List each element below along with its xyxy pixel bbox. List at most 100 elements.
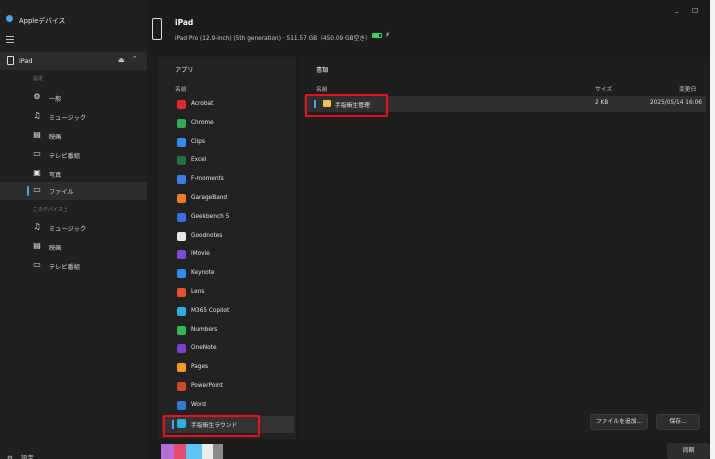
app-row[interactable]: Numbers [162,323,294,340]
battery-icon [372,33,382,38]
chevron-up-icon[interactable]: ⌃ [132,55,138,63]
app-name: Clips [191,138,205,145]
sidebar-device-item-music[interactable]: ♫ ミュージック [0,219,147,237]
app-icon [177,400,186,410]
eject-icon[interactable]: ⏏ [118,56,125,64]
apps-panel-title: アプリ [175,67,194,74]
sidebar-device-label: iPad [19,57,33,65]
device-name: iPad [175,18,194,27]
app-name: Keynote [191,270,215,277]
documents-panel-title: 書類 [316,67,329,74]
app-row[interactable]: GarageBand [162,191,294,208]
app-name: iMovie [191,251,210,258]
sidebar-item-tv-shows[interactable]: ▭ テレビ番組 [0,146,147,164]
app-row[interactable]: Word [162,398,294,415]
app-icon [177,137,186,147]
folder-icon: ▭ [33,185,41,194]
sidebar-item-photos[interactable]: ▣ 写真 [0,165,147,183]
sidebar-item-label: テレビ番組 [49,153,80,160]
app-row[interactable]: Lens [162,285,294,302]
selection-indicator [27,186,29,196]
app-row[interactable]: Goodnotes [162,229,294,246]
app-icon [177,118,186,128]
storage-segment [174,444,186,459]
sidebar-settings-button[interactable]: ⚙ 設定 [7,452,34,459]
apple-devices-logo-icon [6,15,13,22]
maximize-button[interactable]: ☐ [692,7,698,15]
app-row[interactable]: F-moments [162,172,294,189]
sidebar-item-music[interactable]: ♫ ミュージック [0,108,147,126]
app-row[interactable]: Pages [162,360,294,377]
app-name: OneNote [191,345,217,352]
sidebar-section-settings: 設定 [33,76,44,82]
app-row[interactable]: Chrome [162,116,294,133]
app-row[interactable]: iMovie [162,247,294,264]
sidebar-device-item-movies[interactable]: ▤ 映画 [0,238,147,256]
app-icon [177,363,186,373]
sidebar-item-label: 一般 [49,96,62,103]
app-icon [177,100,186,109]
sidebar-item-label: テレビ番組 [49,264,80,271]
app-icon [177,382,186,391]
app-name: Excel [191,157,207,164]
document-size: 2 KB [595,100,609,106]
storage-segment [161,444,174,459]
app-name: GarageBand [191,195,228,201]
sidebar-section-on-device: このデバイス上 [33,207,68,213]
app-row[interactable]: Acrobat [162,97,294,114]
sidebar-item-files[interactable]: ▭ ファイル [0,182,147,200]
sidebar-device-ipad[interactable]: iPad ⏏ ⌃ [0,52,147,70]
app-row[interactable]: PowerPoint [162,379,294,396]
film-icon: ▤ [33,241,41,250]
gear-icon: ⚙ [7,454,13,459]
app-row[interactable]: M365 Copilot [162,304,294,321]
app-icon [177,250,186,260]
minimize-button[interactable]: – [675,8,679,16]
storage-segment [213,444,223,459]
app-name: PowerPoint [191,383,223,389]
settings-label: 設定 [20,454,34,459]
sidebar-item-label: 写真 [49,172,62,179]
window-edge [710,0,715,459]
app-icon [177,344,186,354]
film-icon: ▤ [33,130,41,139]
charging-bolt-icon: ⚡ [385,31,390,39]
gear-icon: ⚙ [33,92,41,101]
apps-column-name[interactable]: 名前 [175,84,187,93]
music-note-icon: ♫ [33,111,41,120]
app-icon [177,231,186,241]
device-header: iPad iPad Pro (12.9-inch) (5th generatio… [147,0,710,52]
app-icon [177,175,186,185]
app-name: Pages [191,364,209,371]
add-file-button[interactable]: ファイルを追加... [590,414,648,430]
music-note-icon: ♫ [33,222,41,231]
sidebar-item-movies[interactable]: ▤ 映画 [0,127,147,145]
hamburger-menu-icon[interactable] [6,36,14,43]
app-row[interactable]: Clips [162,135,294,152]
app-row[interactable]: Keynote [162,266,294,283]
documents-column-modified[interactable]: 変更日 [679,84,696,93]
sidebar-item-label: ミュージック [49,115,87,122]
app-row[interactable]: Geekbench 5 [162,210,294,227]
app-name: F-moments [191,176,224,183]
ipad-icon [152,18,162,40]
apps-panel: アプリ 名前 Acrobat Chrome Clips Excel F-moments G… [159,57,296,439]
apple-devices-window: Appleデバイス iPad ⏏ ⌃ 設定 ⚙ 一般 ♫ ミュージック ▤ 映画… [0,0,710,459]
app-title: Appleデバイス [19,17,66,25]
storage-segment [202,444,213,459]
sync-button[interactable]: 同期 [667,443,710,459]
app-row[interactable]: Excel [162,153,294,170]
app-name: Goodnotes [191,232,223,239]
app-icon [177,288,186,297]
documents-column-size[interactable]: サイズ [595,84,612,93]
sidebar-item-label: ファイル [49,189,74,196]
bottom-bar [147,439,710,459]
app-row[interactable]: OneNote [162,341,294,358]
sidebar-item-label: 映画 [49,245,62,252]
sidebar-item-general[interactable]: ⚙ 一般 [0,89,147,107]
highlight-box [163,415,260,437]
app-icon [177,325,186,335]
documents-column-name[interactable]: 名前 [316,84,328,93]
save-button[interactable]: 保存... [656,414,700,430]
sidebar-device-item-tv-shows[interactable]: ▭ テレビ番組 [0,257,147,275]
